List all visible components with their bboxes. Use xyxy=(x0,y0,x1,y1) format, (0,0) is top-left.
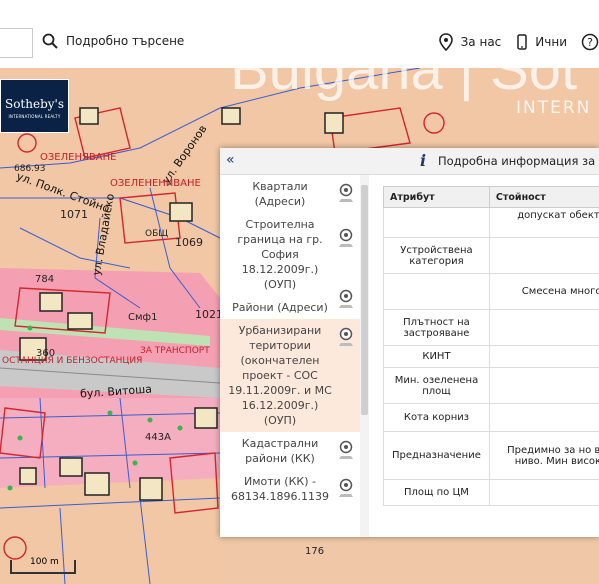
map-pin-icon[interactable] xyxy=(338,228,354,252)
map-pin-icon[interactable] xyxy=(338,183,354,207)
table-row: Предназначение Предимно за но второ ниво… xyxy=(383,431,599,480)
sothebys-logo[interactable]: Sotheby's INTERNATIONAL REALTY xyxy=(0,79,69,133)
logo-name: Sotheby's xyxy=(4,97,64,111)
detail-info-panel: « i Подробна информация за Квартали (Адр… xyxy=(220,148,599,537)
value-cell xyxy=(488,403,599,432)
table-row: Смесена многоф xyxy=(383,273,599,310)
zone-label-ozel: ОЗЕЛЕНЯВАНЕ xyxy=(40,152,117,163)
layer-item-urbanized[interactable]: Урбанизирани територии (окончателен прое… xyxy=(220,319,360,432)
collapse-panel-icon[interactable]: « xyxy=(226,152,235,168)
parcel-number-1071: 1071 xyxy=(60,208,88,221)
attribute-cell: Плътност на застрояване xyxy=(383,309,490,346)
value-cell xyxy=(488,237,599,274)
attribute-cell: Площ по ЦМ xyxy=(383,479,490,506)
parcel-number-443: 443А xyxy=(145,432,171,443)
map-pin-icon[interactable] xyxy=(338,478,354,502)
label-smf: Смф1 xyxy=(128,312,158,323)
panel-title: Подробна информация за xyxy=(438,154,596,168)
zone-label-ozel2: ОЗЕЛЕНЕНИВАНЕ xyxy=(110,178,201,189)
parcel-number-360: 360 xyxy=(36,348,56,359)
table-row: Мин. озеленена площ xyxy=(383,367,599,404)
watermark-title: Bulgaria | Sot xyxy=(230,37,578,102)
column-header-value: Стойност xyxy=(488,186,599,208)
attribute-cell xyxy=(383,273,490,310)
value-cell: Смесена многоф xyxy=(488,273,599,310)
table-row: Устройствена категория xyxy=(383,237,599,274)
layer-label: Имоти (КК) - 68134.1896.1139 xyxy=(231,475,329,503)
layer-label: Строителна граница на гр. София 18.12.20… xyxy=(237,218,323,291)
layer-list: Квартали (Адреси) Строителна граница на … xyxy=(220,175,370,537)
map-scale-bar: 100 m xyxy=(10,557,76,574)
layer-label: Урбанизирани територии (окончателен прое… xyxy=(228,324,332,427)
layer-item-building-boundary[interactable]: Строителна граница на гр. София 18.12.20… xyxy=(220,213,360,296)
layer-item-cadastral[interactable]: Кадастрални райони (КК) xyxy=(220,432,360,470)
value-cell: Предимно за но второ ниво. Мин висока д xyxy=(488,431,599,480)
layer-list-scrollbar[interactable] xyxy=(360,175,369,537)
attribute-cell: Кота корниз xyxy=(383,403,490,432)
scale-label: 100 m xyxy=(30,557,59,567)
elevation-686: 686.93 xyxy=(14,164,46,174)
attribute-cell: КИНТ xyxy=(383,345,490,368)
scrollbar-thumb[interactable] xyxy=(361,185,368,415)
attribute-cell xyxy=(383,207,490,238)
layer-item-kvartali[interactable]: Квартали (Адреси) xyxy=(220,175,360,213)
parcel-number-784: 784 xyxy=(35,274,55,285)
map-pin-icon[interactable] xyxy=(338,289,354,313)
parcel-number-176: 176 xyxy=(305,546,325,557)
attribute-cell: Предназначение xyxy=(383,431,490,480)
table-row: Кота корниз xyxy=(383,403,599,432)
label-obsh: ОБЩ xyxy=(145,229,169,239)
column-header-attribute: Атрибут xyxy=(383,186,490,208)
zone-label-station: ОСТАНЦИЯ И БЕНЗОСТАНЦИЯ xyxy=(2,356,143,366)
value-cell xyxy=(488,345,599,368)
attribute-table-container: Атрибут Стойност допускат обекти з Устро… xyxy=(383,186,599,534)
parcel-number-1069: 1069 xyxy=(175,236,203,249)
attribute-table: Атрибут Стойност допускат обекти з Устро… xyxy=(383,186,599,506)
layer-item-rayoni[interactable]: Райони (Адреси) xyxy=(220,289,360,319)
help-icon[interactable]: ? xyxy=(581,33,599,51)
parcel-number-1021: 1021 xyxy=(195,308,223,321)
advanced-search-label: Подробно търсене xyxy=(66,34,185,48)
map-pin-icon[interactable] xyxy=(338,327,354,351)
zone-label-transport: ЗА ТРАНСПОРТ xyxy=(140,346,210,356)
logo-tagline: INTERNATIONAL REALTY xyxy=(8,114,61,119)
search-input[interactable] xyxy=(0,28,33,58)
value-cell xyxy=(488,309,599,346)
advanced-search-link[interactable]: Подробно търсене xyxy=(42,33,184,49)
svg-text:?: ? xyxy=(587,36,593,49)
table-row: Плътност на застрояване xyxy=(383,309,599,346)
map-pin-icon[interactable] xyxy=(338,440,354,464)
watermark-subtitle: INTERN xyxy=(516,98,592,118)
layer-item-properties[interactable]: Имоти (КК) - 68134.1896.1139 xyxy=(220,470,360,508)
attribute-cell: Мин. озеленена площ xyxy=(383,367,490,404)
layer-label: Кадастрални райони (КК) xyxy=(241,437,319,465)
value-cell xyxy=(488,479,599,506)
layer-label: Райони (Адреси) xyxy=(232,301,328,314)
attribute-cell: Устройствена категория xyxy=(383,237,490,274)
table-row: Площ по ЦМ xyxy=(383,479,599,506)
table-row: КИНТ xyxy=(383,345,599,368)
layer-label: Квартали (Адреси) xyxy=(252,180,308,208)
table-row: допускат обекти з xyxy=(383,207,599,238)
panel-header: « i Подробна информация за xyxy=(220,148,599,175)
search-icon xyxy=(42,33,58,49)
info-icon: i xyxy=(420,151,427,170)
value-cell xyxy=(488,367,599,404)
value-cell: допускат обекти з xyxy=(488,207,599,238)
